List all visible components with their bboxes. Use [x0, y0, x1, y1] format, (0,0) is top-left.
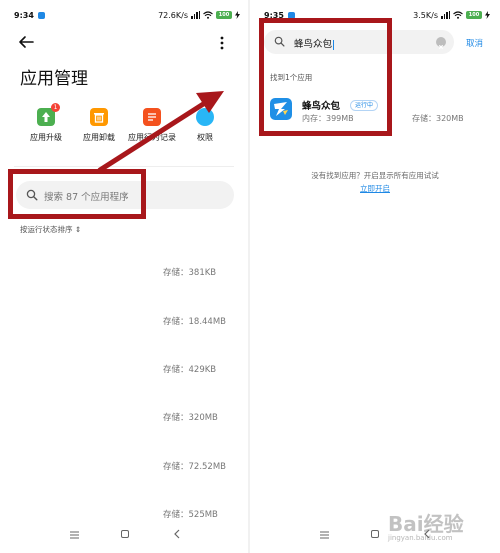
home-icon[interactable] — [121, 530, 129, 538]
charging-icon — [485, 11, 490, 19]
network-speed: 72.6K/s — [158, 10, 188, 20]
record-icon — [143, 108, 161, 126]
list-item-storage[interactable]: 存储：381KB — [163, 266, 216, 278]
wifi-icon — [453, 11, 463, 19]
wifi-icon — [203, 11, 213, 19]
app-uninstall-button[interactable]: 应用卸载 — [69, 108, 129, 143]
menu-icon[interactable] — [320, 531, 329, 539]
permission-icon — [196, 108, 214, 126]
list-item-storage[interactable]: 存储：525MB — [163, 508, 218, 520]
permissions-button[interactable]: 权限 — [175, 108, 235, 143]
not-found-hint: 没有找到应用？开启显示所有应用试试 — [311, 171, 439, 180]
upgrade-icon: 1 — [37, 103, 60, 126]
list-item-storage[interactable]: 存储：18.44MB — [163, 315, 226, 327]
app-notification-icon — [37, 11, 45, 19]
home-icon[interactable] — [371, 530, 379, 538]
list-item-storage[interactable]: 存储：72.52MB — [163, 460, 226, 472]
cancel-button[interactable]: 取消 — [466, 37, 483, 49]
annotation-highlight-box — [259, 18, 392, 136]
baidu-jingyan-watermark: Bai经验 jingyan.baidu.com — [388, 508, 492, 548]
quick-action-label: 权限 — [197, 133, 213, 142]
app-storage: 存储：320MB — [412, 114, 464, 123]
battery-icon: 100 — [466, 11, 482, 19]
app-behavior-record-button[interactable]: 应用行为记录 — [122, 108, 182, 143]
back-arrow-icon[interactable] — [18, 34, 34, 50]
more-options-icon[interactable] — [220, 36, 224, 50]
network-speed: 3.5K/s — [413, 10, 438, 20]
navigation-bar — [0, 529, 250, 543]
enable-now-link[interactable]: 立即开启 — [250, 183, 500, 194]
charging-icon — [235, 11, 240, 19]
list-item-storage[interactable]: 存储：320MB — [163, 411, 218, 423]
watermark-url: jingyan.baidu.com — [388, 534, 453, 542]
app-upgrade-button[interactable]: 1 应用升级 — [16, 103, 76, 143]
status-bar: 9:34 72.6K/s 100 — [14, 8, 240, 22]
divider — [14, 166, 234, 167]
signal-icon — [441, 11, 450, 19]
status-time: 9:34 — [14, 10, 34, 20]
sort-by-running-status[interactable]: 按运行状态排序 ⇕ — [20, 224, 81, 235]
page-title: 应用管理 — [20, 69, 88, 89]
signal-icon — [191, 11, 200, 19]
clear-search-icon[interactable] — [436, 37, 446, 50]
quick-action-label: 应用行为记录 — [128, 133, 176, 142]
menu-icon[interactable] — [70, 531, 79, 539]
battery-icon: 100 — [216, 11, 232, 19]
list-item-storage[interactable]: 存储：429KB — [163, 363, 216, 375]
update-count-badge: 1 — [51, 103, 60, 112]
watermark-logo: Bai经验 — [388, 512, 464, 536]
comparison-screenshot: 9:34 72.6K/s 100 应用管理 1 应用升级 应用卸载 应用行为记录… — [0, 0, 500, 553]
trash-icon — [90, 108, 108, 126]
left-phone-screen: 9:34 72.6K/s 100 应用管理 1 应用升级 应用卸载 应用行为记录… — [0, 0, 250, 553]
quick-action-label: 应用卸载 — [83, 133, 115, 142]
annotation-highlight-box — [8, 169, 146, 219]
back-icon[interactable] — [173, 529, 181, 539]
quick-action-label: 应用升级 — [30, 133, 62, 142]
